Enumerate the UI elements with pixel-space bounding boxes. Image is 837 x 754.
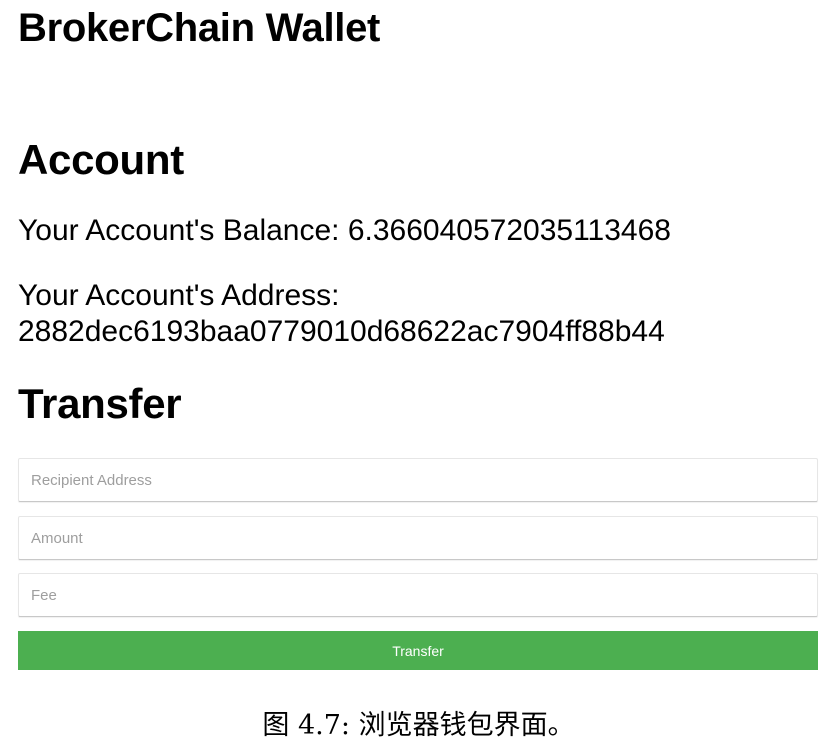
address-value: 2882dec6193baa0779010d68622ac7904ff88b44 xyxy=(18,315,665,348)
transfer-button[interactable]: Transfer xyxy=(18,631,818,670)
amount-input[interactable] xyxy=(18,516,818,560)
address-label: Your Account's Address: xyxy=(18,279,340,312)
transfer-heading: Transfer xyxy=(18,380,182,427)
account-heading: Account xyxy=(18,136,184,183)
recipient-address-input[interactable] xyxy=(18,458,818,502)
figure-caption: 图 4.7: 浏览器钱包界面。 xyxy=(262,710,575,741)
fee-input[interactable] xyxy=(18,573,818,617)
account-address: Your Account's Address: 2882dec6193baa077… xyxy=(18,278,818,350)
account-balance: Your Account's Balance: 6.36604057203511… xyxy=(18,214,671,247)
app-title: BrokerChain Wallet xyxy=(18,6,381,50)
